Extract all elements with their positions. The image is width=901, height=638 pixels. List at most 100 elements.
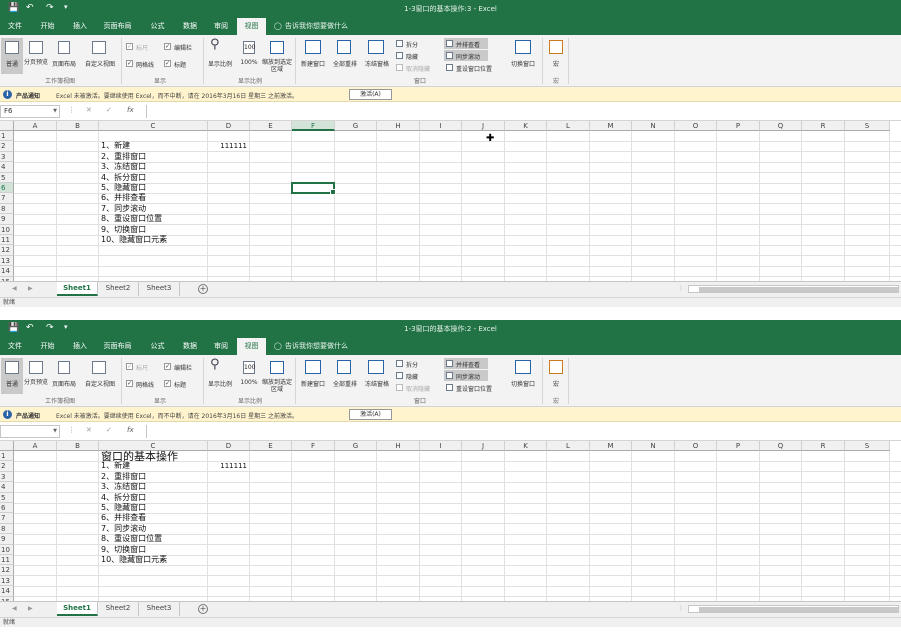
tab-1[interactable]: 开始 xyxy=(30,18,65,35)
scrollbar-thumb[interactable] xyxy=(699,287,899,292)
side-by-side-button[interactable]: 并排查看 xyxy=(456,360,480,369)
tell-me-box[interactable]: 告诉我你想要做什么 xyxy=(285,338,348,355)
column-header[interactable]: G xyxy=(335,441,377,451)
column-header[interactable]: N xyxy=(632,441,675,451)
sheet-tab[interactable]: Sheet2 xyxy=(98,602,139,616)
column-header[interactable]: P xyxy=(717,121,760,131)
column-header[interactable]: A xyxy=(14,121,57,131)
arrange-all-button[interactable]: 全部重排 xyxy=(329,59,361,68)
new-window-button[interactable]: 新建窗口 xyxy=(297,59,329,68)
list-item[interactable]: 8、重设窗口位置 xyxy=(101,214,162,224)
name-box[interactable]: ▼ xyxy=(0,425,60,438)
sheet-tab[interactable]: Sheet1 xyxy=(57,282,98,296)
headings-checkbox[interactable]: ✓ xyxy=(164,60,171,67)
tell-me-box[interactable]: 告诉我你想要做什么 xyxy=(285,18,348,35)
page-break-button[interactable]: 分页预览 xyxy=(24,59,48,66)
column-header[interactable]: S xyxy=(845,441,890,451)
column-header[interactable]: F xyxy=(292,121,335,131)
formula-input[interactable] xyxy=(146,425,901,438)
tab-3[interactable]: 页面布局 xyxy=(95,18,140,35)
name-box[interactable]: F6 ▼ xyxy=(0,105,60,118)
zoom-selection-button[interactable]: 缩放到选定区域 xyxy=(262,379,292,393)
hide-button[interactable]: 隐藏 xyxy=(406,372,418,381)
split-button[interactable]: 拆分 xyxy=(406,360,418,369)
column-header[interactable]: K xyxy=(505,441,547,451)
row-header[interactable]: 2 xyxy=(0,461,14,472)
cell-d2[interactable]: 111111 xyxy=(209,461,249,471)
row-header[interactable]: 7 xyxy=(0,513,14,524)
row-header[interactable]: 6 xyxy=(0,183,14,194)
list-item[interactable]: 3、冻结窗口 xyxy=(101,162,146,172)
zoom-100-button[interactable]: 100% xyxy=(238,379,260,386)
freeze-panes-button[interactable]: 冻结窗格 xyxy=(361,59,393,68)
sheet-tab[interactable]: Sheet3 xyxy=(139,282,180,296)
column-header[interactable]: L xyxy=(547,121,590,131)
active-cell[interactable] xyxy=(291,182,336,196)
column-header[interactable]: B xyxy=(57,121,99,131)
list-item[interactable]: 6、并排查看 xyxy=(101,193,146,203)
list-item[interactable]: 9、切换窗口 xyxy=(101,225,146,235)
column-header[interactable]: A xyxy=(14,441,57,451)
column-header[interactable]: D xyxy=(208,121,250,131)
row-header[interactable]: 7 xyxy=(0,193,14,204)
hide-button[interactable]: 隐藏 xyxy=(406,52,418,61)
list-item[interactable]: 2、重排窗口 xyxy=(101,152,146,162)
next-sheet-icon[interactable]: ▶ xyxy=(28,605,33,612)
zoom-button[interactable]: 显示比例 xyxy=(204,59,236,68)
list-item[interactable]: 7、同步滚动 xyxy=(101,204,146,214)
new-window-button[interactable]: 新建窗口 xyxy=(297,379,329,388)
column-header[interactable]: E xyxy=(250,441,292,451)
row-header[interactable]: 11 xyxy=(0,235,14,246)
insert-function-icon[interactable]: fx xyxy=(127,426,134,434)
tab-4[interactable]: 公式 xyxy=(140,338,175,355)
column-header[interactable]: J xyxy=(462,441,505,451)
row-header[interactable]: 10 xyxy=(0,224,14,235)
ruler-checkbox[interactable]: ✓ xyxy=(126,43,133,50)
row-header[interactable]: 3 xyxy=(0,471,14,483)
prev-sheet-icon[interactable]: ◀ xyxy=(12,285,17,292)
column-header[interactable]: M xyxy=(590,121,632,131)
column-header[interactable]: R xyxy=(802,121,845,131)
column-header[interactable]: E xyxy=(250,121,292,131)
column-header[interactable]: D xyxy=(208,441,250,451)
scrollbar-thumb[interactable] xyxy=(699,607,899,612)
tab-6[interactable]: 审阅 xyxy=(205,338,237,355)
tab-3[interactable]: 页面布局 xyxy=(95,338,140,355)
prev-sheet-icon[interactable]: ◀ xyxy=(12,605,17,612)
enter-icon[interactable]: ✓ xyxy=(106,106,112,114)
row-header[interactable]: 5 xyxy=(0,172,14,183)
row-header[interactable]: 11 xyxy=(0,555,14,566)
tab-5[interactable]: 数据 xyxy=(175,338,205,355)
column-header[interactable]: Q xyxy=(760,121,802,131)
row-header[interactable]: 14 xyxy=(0,586,14,597)
cell-d2[interactable]: 111111 xyxy=(209,141,249,151)
macros-button[interactable]: 宏 xyxy=(548,379,564,388)
gridlines-checkbox[interactable]: ✓ xyxy=(126,60,133,67)
list-item[interactable]: 9、切换窗口 xyxy=(101,545,146,555)
column-header[interactable]: O xyxy=(675,121,717,131)
row-header[interactable]: 6 xyxy=(0,503,14,514)
cancel-icon[interactable]: ✕ xyxy=(86,106,92,114)
row-header[interactable]: 4 xyxy=(0,482,14,493)
activate-button[interactable]: 激活(A) xyxy=(349,409,392,420)
normal-view-button[interactable]: 普通 xyxy=(1,379,23,388)
select-all-corner[interactable] xyxy=(0,441,14,451)
column-header[interactable]: Q xyxy=(760,441,802,451)
horizontal-scrollbar[interactable] xyxy=(688,605,899,613)
sheet-tab[interactable]: Sheet3 xyxy=(139,602,180,616)
tab-6[interactable]: 审阅 xyxy=(205,18,237,35)
chevron-down-icon[interactable]: ▼ xyxy=(53,426,57,437)
gridlines-checkbox[interactable]: ✓ xyxy=(126,380,133,387)
row-header[interactable]: 4 xyxy=(0,162,14,173)
page-layout-button[interactable]: 页面布局 xyxy=(48,59,80,68)
switch-windows-button[interactable]: 切换窗口 xyxy=(506,59,540,68)
select-all-corner[interactable] xyxy=(0,121,14,131)
worksheet-grid[interactable]: ABCDEFGHIJKLMNOPQRS123456789101112131415… xyxy=(0,441,901,601)
column-header[interactable]: O xyxy=(675,441,717,451)
normal-view-button[interactable]: 普通 xyxy=(1,59,23,68)
unhide-button[interactable]: 取消隐藏 xyxy=(406,384,430,393)
row-header[interactable]: 8 xyxy=(0,523,14,535)
list-item[interactable]: 1、新建 xyxy=(101,141,130,151)
row-header[interactable]: 9 xyxy=(0,214,14,225)
column-header[interactable]: P xyxy=(717,441,760,451)
